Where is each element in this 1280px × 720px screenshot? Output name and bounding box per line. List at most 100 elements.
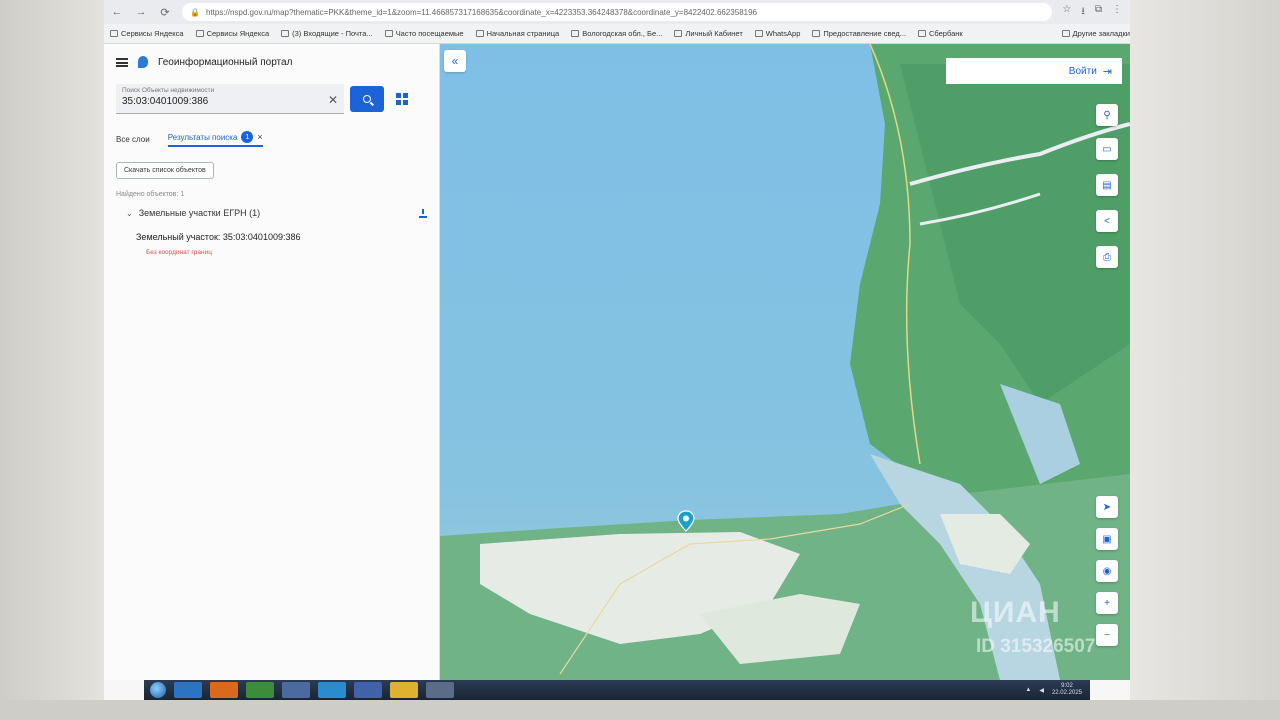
app-area: Геоинформационный портал Поиск Объекты н… (104, 44, 1130, 680)
firefox-icon[interactable] (210, 682, 238, 698)
clock[interactable]: 9:02 22.02.2025 (1052, 683, 1082, 697)
tab-search-results[interactable]: Результаты поиска 1 × (167, 131, 263, 147)
found-count: Найдено объектов: 1 (116, 191, 185, 198)
start-button-icon[interactable] (150, 682, 166, 698)
search-caption: Поиск Объекты недвижимости (122, 87, 215, 94)
app-header: Геоинформационный портал (116, 52, 427, 72)
bookmarks-bar: Сервисы Яндекса Сервисы Яндекса (3) Вход… (104, 24, 1130, 44)
extensions-icon[interactable]: ⧉ (1095, 4, 1102, 21)
taskbar: ▲ ◀ 9:02 22.02.2025 (144, 680, 1090, 700)
search-input[interactable]: Поиск Объекты недвижимости 35:03:0401009… (116, 84, 344, 114)
internet-explorer-icon[interactable] (174, 682, 202, 698)
watermark-id: ID 315326507 (976, 636, 1096, 657)
monitor-bezel-right (1130, 0, 1280, 720)
results-group[interactable]: ⌄ Земельные участки ЕГРН (1) (116, 208, 427, 218)
forward-icon[interactable]: → (134, 6, 148, 18)
browser-toolbar: ← → ⟳ 🔒 https://nspd.gov.ru/map?thematic… (104, 0, 1130, 24)
back-icon[interactable]: ← (110, 6, 124, 18)
search-icon (363, 95, 371, 103)
bookmark-item[interactable]: Часто посещаемые (384, 29, 464, 38)
map-view[interactable]: « Войти ⇥ ⚲ ▭ ▤ < ⎙ ➤ ▣ ◉ + − ЦИАН ID 31… (440, 44, 1130, 680)
document-tool-icon[interactable]: ▤ (1096, 174, 1118, 196)
chrome-icon[interactable] (246, 682, 274, 698)
watermark-logo: ЦИАН (970, 596, 1061, 629)
clear-icon[interactable]: ✕ (328, 93, 338, 107)
sberbank-icon (918, 30, 926, 37)
monitor-bezel-bottom (0, 700, 1280, 720)
address-bar[interactable]: 🔒 https://nspd.gov.ru/map?thematic=PKK&t… (182, 3, 1053, 21)
bookmark-item[interactable]: Сбербанк (918, 29, 963, 38)
tab-all-layers[interactable]: Все слои (116, 135, 150, 144)
tool-app-icon[interactable] (426, 682, 454, 698)
site-icon (571, 30, 580, 37)
folder-icon (195, 30, 204, 37)
login-icon: ⇥ (1102, 65, 1112, 78)
mail-icon (281, 30, 290, 37)
bookmark-item[interactable]: WhatsApp (754, 29, 800, 38)
folder-icon (1061, 30, 1070, 37)
chevron-down-icon: ⌄ (126, 208, 133, 218)
location-pin-tool-icon[interactable]: ⚲ (1096, 104, 1118, 126)
download-icon[interactable] (419, 208, 427, 218)
close-tab-icon[interactable]: × (257, 132, 262, 142)
star-icon[interactable]: ☆ (1062, 4, 1071, 21)
search-button[interactable] (350, 86, 384, 112)
whatsapp-icon (754, 30, 763, 37)
site-icon (812, 30, 821, 37)
portal-logo-icon (138, 56, 148, 68)
tabs: Все слои Результаты поиска 1 × (116, 130, 427, 148)
browser-actions: ☆ ⭳ ⧉ ⋮ (1062, 4, 1130, 21)
zoom-out-icon[interactable]: − (1096, 624, 1118, 646)
login-button[interactable]: Войти ⇥ (946, 58, 1122, 84)
other-bookmarks[interactable]: Другие закладки (1061, 29, 1130, 38)
network-icon[interactable]: ▲ (1025, 687, 1031, 693)
filter-icon[interactable] (396, 93, 408, 105)
bookmark-item[interactable]: Начальная страница (475, 29, 559, 38)
zoom-in-icon[interactable]: + (1096, 592, 1118, 614)
results-count-badge: 1 (241, 131, 254, 143)
system-tray: ▲ ◀ 9:02 22.02.2025 (1025, 683, 1090, 697)
download-manager-icon[interactable]: ⭳ (1081, 4, 1085, 21)
site-icon (674, 30, 683, 37)
menu-dots-icon[interactable]: ⋮ (1112, 4, 1122, 21)
ruler-tool-icon[interactable]: ▭ (1096, 138, 1118, 160)
home-icon (475, 30, 484, 37)
layers-icon[interactable]: ▣ (1096, 528, 1118, 550)
globe-icon[interactable]: ◉ (1096, 560, 1118, 582)
monitor-screen: ← → ⟳ 🔒 https://nspd.gov.ru/map?thematic… (104, 0, 1130, 700)
sidebar: Геоинформационный портал Поиск Объекты н… (104, 44, 440, 680)
hamburger-menu-icon[interactable] (116, 57, 128, 67)
app-icon[interactable] (318, 682, 346, 698)
monitor-bezel-left (0, 0, 104, 720)
navigate-icon[interactable]: ➤ (1096, 496, 1118, 518)
print-icon[interactable]: ⎙ (1096, 246, 1118, 268)
bookmark-item[interactable]: Личный Кабинет (674, 29, 743, 38)
map-marker-icon[interactable] (676, 510, 696, 532)
parcel-item[interactable]: Земельный участок: 35:03:0401009:386 (116, 232, 427, 242)
bookmark-item[interactable]: Сервисы Яндекса (110, 29, 184, 38)
address-url: https://nspd.gov.ru/map?thematic=PKK&the… (205, 7, 757, 17)
bookmark-item[interactable]: (3) Входящие - Почта... (281, 29, 373, 38)
collapse-sidebar-button[interactable]: « (444, 50, 466, 72)
parcel-note: Без координат границ (146, 249, 212, 256)
bookmark-item[interactable]: Сервисы Яндекса (195, 29, 269, 38)
folder-icon (110, 30, 118, 37)
search-value: 35:03:0401009:386 (122, 96, 209, 107)
globe-icon (384, 30, 393, 37)
reload-icon[interactable]: ⟳ (158, 6, 172, 19)
window-app-icon[interactable] (354, 682, 382, 698)
bookmark-item[interactable]: Вологодская обл., Бе... (571, 29, 662, 38)
lock-icon: 🔒 (190, 7, 200, 17)
download-list-button[interactable]: Скачать список объектов (116, 162, 214, 179)
login-label: Войти (1068, 65, 1097, 77)
share-icon[interactable]: < (1096, 210, 1118, 232)
portal-title: Геоинформационный портал (158, 56, 293, 68)
bookmark-item[interactable]: Предоставление свед... (812, 29, 906, 38)
volume-icon[interactable]: ◀ (1039, 687, 1044, 694)
clock-date: 22.02.2025 (1051, 690, 1082, 696)
map-terrain (440, 44, 1130, 680)
group-title: Земельные участки ЕГРН (1) (138, 208, 261, 218)
clock-time: 9:02 (1061, 683, 1073, 689)
save-app-icon[interactable] (282, 682, 310, 698)
file-explorer-icon[interactable] (390, 682, 418, 698)
